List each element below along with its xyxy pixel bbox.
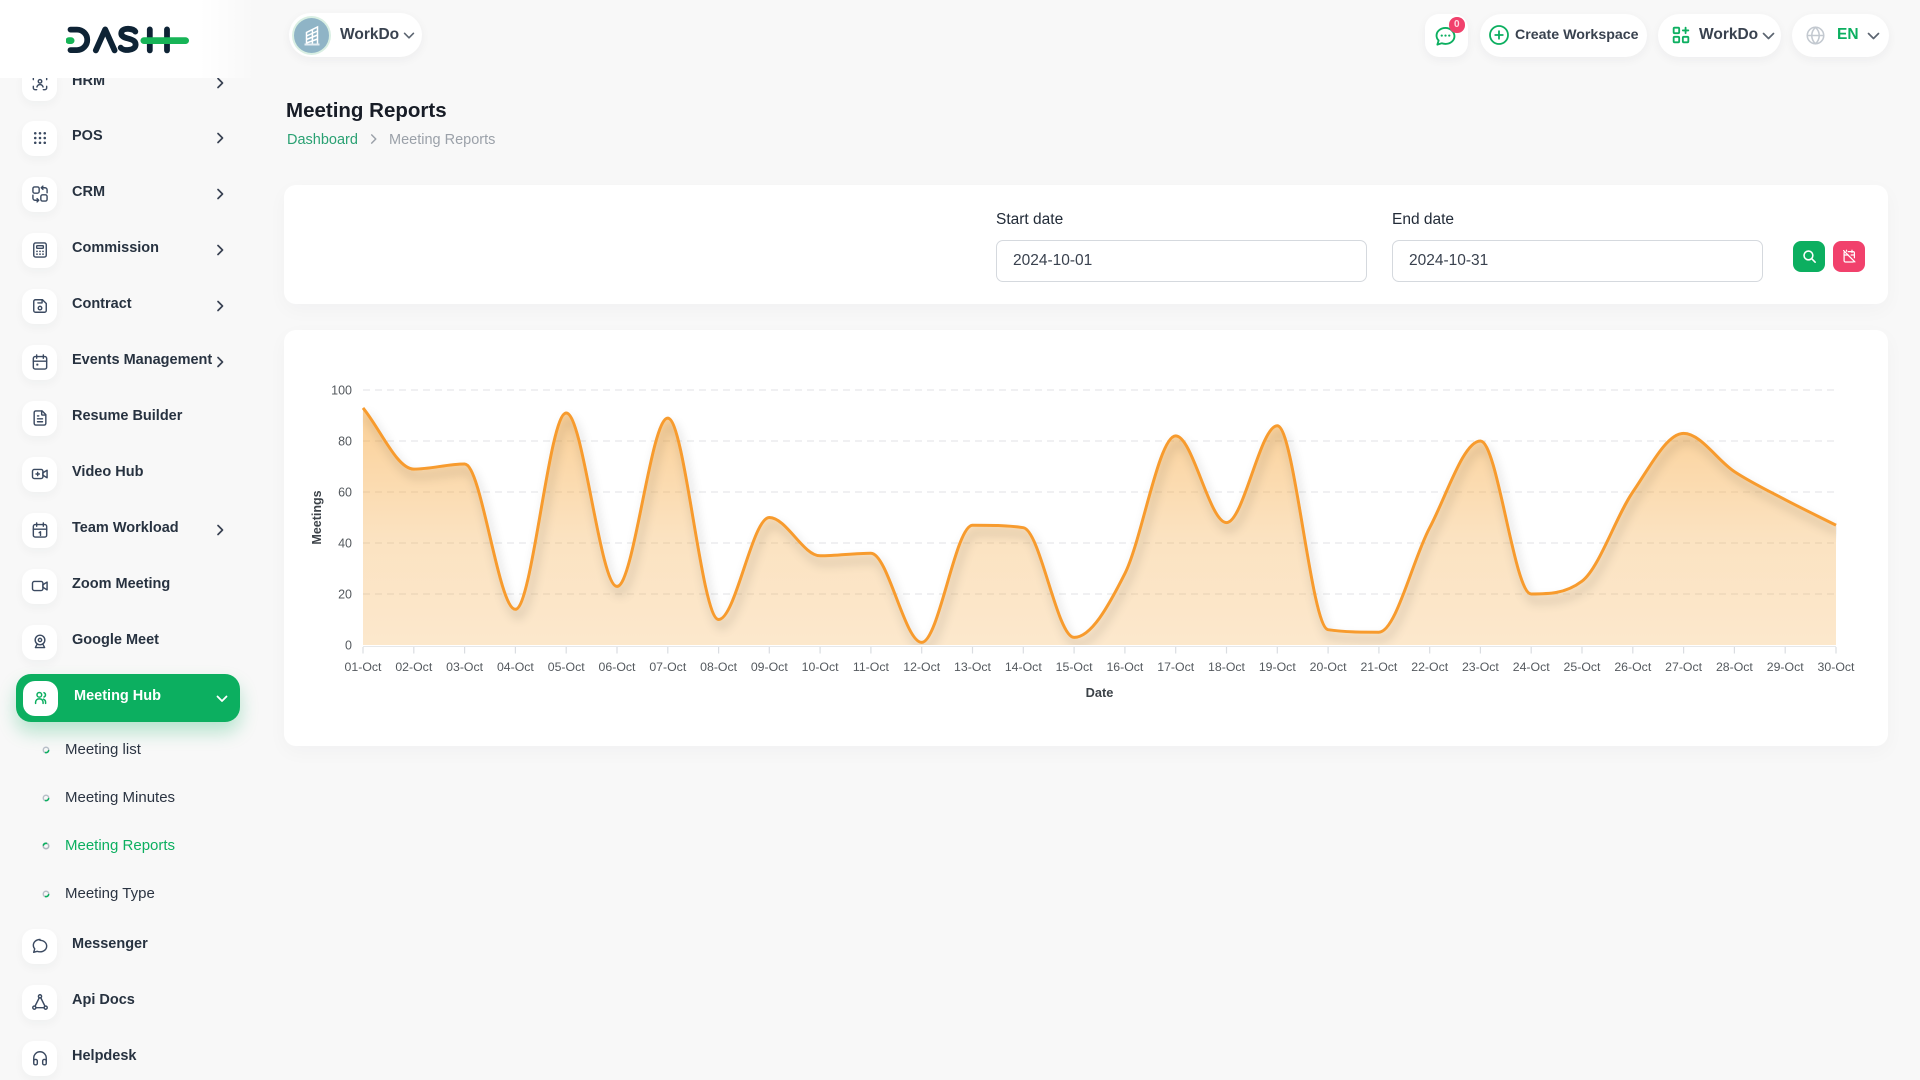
svg-text:30-Oct: 30-Oct — [1818, 660, 1855, 674]
svg-text:Meetings: Meetings — [310, 490, 324, 544]
svg-text:20: 20 — [338, 588, 352, 602]
svg-text:15-Oct: 15-Oct — [1056, 660, 1093, 674]
svg-text:11-Oct: 11-Oct — [853, 660, 890, 674]
svg-text:06-Oct: 06-Oct — [599, 660, 636, 674]
svg-text:27-Oct: 27-Oct — [1665, 660, 1702, 674]
svg-text:05-Oct: 05-Oct — [548, 660, 585, 674]
svg-text:01-Oct: 01-Oct — [345, 660, 382, 674]
svg-text:23-Oct: 23-Oct — [1462, 660, 1499, 674]
svg-text:0: 0 — [345, 639, 352, 653]
svg-text:22-Oct: 22-Oct — [1411, 660, 1448, 674]
svg-text:18-Oct: 18-Oct — [1208, 660, 1245, 674]
svg-text:29-Oct: 29-Oct — [1767, 660, 1804, 674]
svg-text:28-Oct: 28-Oct — [1716, 660, 1753, 674]
svg-text:Date: Date — [1086, 685, 1114, 700]
svg-text:100: 100 — [331, 384, 352, 398]
svg-text:25-Oct: 25-Oct — [1564, 660, 1601, 674]
svg-text:20-Oct: 20-Oct — [1310, 660, 1347, 674]
svg-text:14-Oct: 14-Oct — [1005, 660, 1042, 674]
svg-text:07-Oct: 07-Oct — [649, 660, 686, 674]
svg-text:21-Oct: 21-Oct — [1360, 660, 1397, 674]
svg-text:09-Oct: 09-Oct — [751, 660, 788, 674]
svg-text:08-Oct: 08-Oct — [700, 660, 737, 674]
svg-text:13-Oct: 13-Oct — [954, 660, 991, 674]
svg-text:03-Oct: 03-Oct — [446, 660, 483, 674]
svg-text:02-Oct: 02-Oct — [395, 660, 432, 674]
svg-text:04-Oct: 04-Oct — [497, 660, 534, 674]
svg-text:17-Oct: 17-Oct — [1157, 660, 1194, 674]
svg-text:80: 80 — [338, 435, 352, 449]
svg-text:26-Oct: 26-Oct — [1614, 660, 1651, 674]
svg-text:10-Oct: 10-Oct — [802, 660, 839, 674]
svg-text:40: 40 — [338, 537, 352, 551]
svg-text:24-Oct: 24-Oct — [1513, 660, 1550, 674]
svg-text:12-Oct: 12-Oct — [903, 660, 940, 674]
svg-text:19-Oct: 19-Oct — [1259, 660, 1296, 674]
svg-text:60: 60 — [338, 486, 352, 500]
svg-text:16-Oct: 16-Oct — [1106, 660, 1143, 674]
